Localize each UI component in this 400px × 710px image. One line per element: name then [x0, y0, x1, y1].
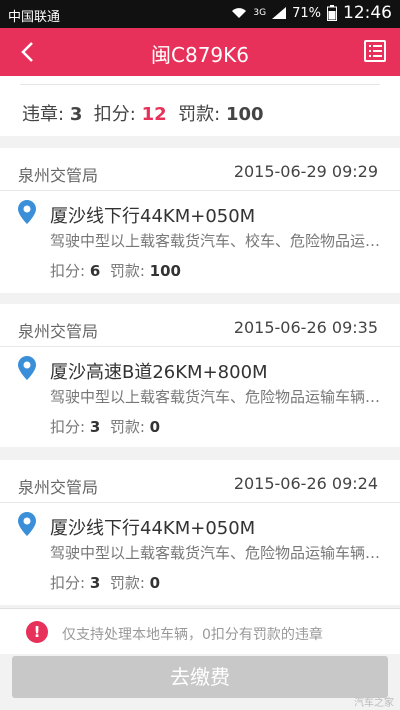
page-title: 闽C879K6 [151, 43, 249, 67]
points-value: 6 [89, 262, 101, 280]
violation-datetime: 2015-06-26 09:35 [233, 318, 378, 337]
fine-label: 罚款: [109, 574, 145, 592]
summary-text: 违章: 3 扣分: 12 罚款: 100 [22, 100, 264, 126]
divider [0, 346, 400, 347]
location-pin-icon [18, 356, 36, 380]
pay-button[interactable]: 去缴费 [12, 656, 388, 698]
location-pin-icon [18, 512, 36, 536]
violation-penalty: 扣分: 3 罚款: 0 [50, 572, 160, 593]
violation-record[interactable]: 泉州交管局 2015-06-26 09:35 厦沙高速B道26KM+800M 驾… [0, 304, 400, 447]
agency-name: 泉州交管局 [18, 166, 99, 185]
violation-description: 驾驶中型以上载客载货汽车、校车、危险物品运输车辆以外的其他机动车行驶超过规定时速… [50, 232, 392, 250]
alert-icon: ! [26, 621, 48, 643]
violation-datetime: 2015-06-29 09:29 [233, 162, 378, 181]
divider [0, 190, 400, 191]
watermark: 汽车之家 [354, 698, 394, 709]
app-bar: 闽C879K6 [0, 28, 400, 76]
location-pin-icon [18, 200, 36, 224]
fine-label: 罚款: [109, 262, 145, 280]
violation-penalty: 扣分: 6 罚款: 100 [50, 260, 181, 281]
fine-label: 罚款: [178, 104, 221, 125]
fine-value: 0 [149, 574, 161, 592]
fine-value: 100 [149, 262, 181, 280]
list-menu-button[interactable] [364, 40, 386, 62]
points-value: 3 [89, 574, 101, 592]
fine-label: 罚款: [109, 418, 145, 436]
violation-description: 驾驶中型以上载客载货汽车、危险物品运输车辆以外的其他机动车 [50, 388, 392, 406]
points-value: 3 [89, 418, 101, 436]
fine-value: 0 [149, 418, 161, 436]
violation-description: 驾驶中型以上载客载货汽车、危险物品运输车辆以外的其他机动车 [50, 544, 392, 562]
wifi-icon [232, 8, 247, 18]
violation-summary: 违章: 3 扣分: 12 罚款: 100 [0, 76, 400, 136]
points-label: 扣分: [50, 262, 86, 280]
fine-total: 100 [225, 104, 264, 125]
violation-penalty: 扣分: 3 罚款: 0 [50, 416, 160, 437]
violation-record[interactable]: 泉州交管局 2015-06-26 09:24 厦沙线下行44KM+050M 驾驶… [0, 460, 400, 605]
violation-record[interactable]: 泉州交管局 2015-06-29 09:29 厦沙线下行44KM+050M 驾驶… [0, 148, 400, 293]
notice-text: 仅支持处理本地车辆，0扣分有罚款的违章 [62, 627, 323, 643]
status-bar: 中国联通 3G 71% 12:46 [0, 0, 400, 28]
points-label: 扣分: [50, 574, 86, 592]
points-label: 扣分: [50, 418, 86, 436]
battery-icon [327, 5, 337, 21]
battery-percent: 71% [292, 5, 321, 21]
violations-count: 3 [69, 104, 83, 125]
violation-location: 厦沙线下行44KM+050M [50, 518, 256, 539]
divider [20, 84, 380, 85]
carrier-name: 中国联通 [8, 10, 61, 25]
divider [0, 502, 400, 503]
clock: 12:46 [343, 3, 392, 23]
status-icons: 3G 71% 12:46 [231, 3, 392, 23]
points-label: 扣分: [93, 104, 136, 125]
signal-icon [272, 7, 287, 19]
agency-name: 泉州交管局 [18, 322, 99, 341]
violation-location: 厦沙线下行44KM+050M [50, 206, 256, 227]
violations-label: 违章: [22, 104, 65, 125]
local-vehicle-notice: ! 仅支持处理本地车辆，0扣分有罚款的违章 [0, 608, 400, 654]
violation-datetime: 2015-06-26 09:24 [233, 474, 378, 493]
agency-name: 泉州交管局 [18, 478, 99, 497]
network-type: 3G [253, 8, 267, 18]
violation-location: 厦沙高速B道26KM+800M [50, 362, 268, 383]
points-total: 12 [141, 104, 167, 125]
